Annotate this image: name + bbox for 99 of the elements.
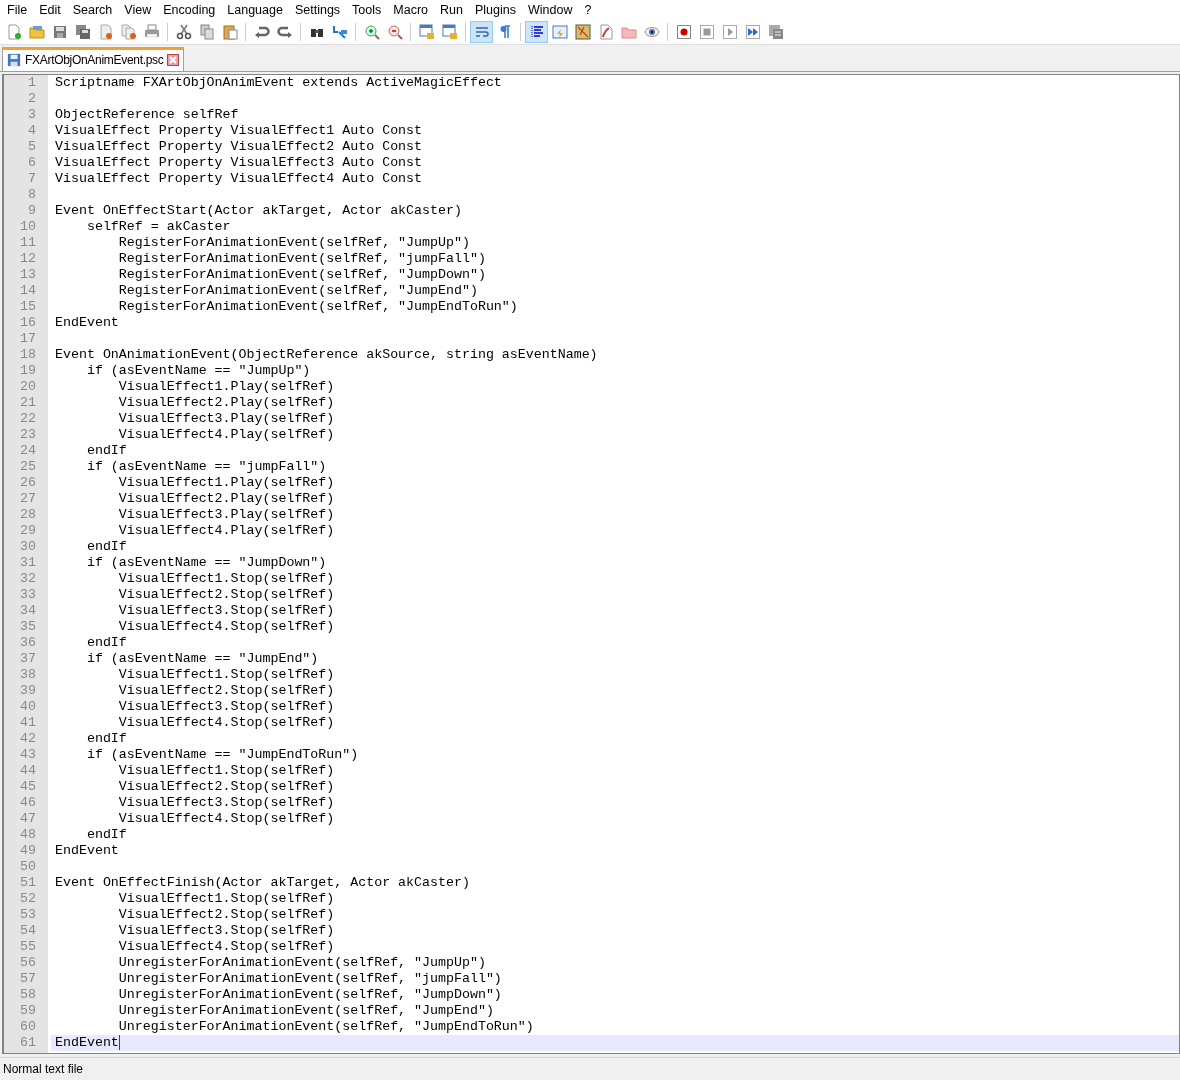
code-line: RegisterForAnimationEvent(selfRef, "JumpEndToRun") [117,298,518,315]
code-line: if (asEventName == "JumpDown") [85,554,327,571]
code-line: UnregisterForAnimationEvent(selfRef, "JumpDown") [117,986,502,1003]
save-macro-icon [767,23,784,40]
indent-icon [528,23,545,40]
menu-item[interactable]: Encoding [157,3,222,17]
code-line: VisualEffect2.Play(selfRef) [117,394,335,411]
floppy-icon [7,53,21,68]
floppies-icon [74,23,91,40]
code-line: Event OnEffectFinish(Actor akTarget, Actor akCaster) [55,874,470,891]
code-line: VisualEffect Property VisualEffect1 Auto Const [55,122,423,139]
code-line: if (asEventName == "JumpEnd") [85,650,319,667]
close-icon[interactable] [167,54,180,67]
code-line: VisualEffect3.Play(selfRef) [117,506,335,523]
lightning-window-icon [551,23,568,40]
code-line: UnregisterForAnimationEvent(selfRef, "JumpEndToRun") [117,1018,534,1035]
code-line: EndEvent [55,314,119,331]
code-line: VisualEffect4.Stop(selfRef) [117,938,335,955]
code-line: VisualEffect1.Stop(selfRef) [117,890,335,907]
code-line: VisualEffect1.Stop(selfRef) [117,762,335,779]
code-line: VisualEffect4.Play(selfRef) [117,522,335,539]
code-line: VisualEffect Property VisualEffect3 Auto Const [55,154,423,171]
close-docs-icon [120,23,137,40]
menu-item[interactable]: ? [578,3,598,17]
folder-icon [28,23,45,40]
scissors-icon [175,23,192,40]
file-type-label: Normal text file [3,1062,84,1076]
code-line: VisualEffect3.Stop(selfRef) [117,602,335,619]
floppy-icon [51,23,68,40]
code-line: VisualEffect4.Stop(selfRef) [117,618,335,635]
text-cursor [118,1035,120,1051]
code-line: RegisterForAnimationEvent(selfRef, "jumpFall") [117,250,486,267]
menu-item[interactable]: Search [66,3,119,17]
clipboard-icon [221,23,238,40]
fast-forward-icon [744,23,761,40]
code-line: endIf [85,634,127,651]
code-line: RegisterForAnimationEvent(selfRef, "JumpEnd") [117,282,478,299]
replace-icon [331,23,348,40]
code-line: Event OnEffectStart(Actor akTarget, Actor akCaster) [55,202,462,219]
code-line: EndEvent [55,1034,119,1051]
code-line: VisualEffect2.Stop(selfRef) [117,682,335,699]
page-curve-icon [597,23,614,40]
code-line: VisualEffect1.Stop(selfRef) [117,570,335,587]
code-line: selfRef = akCaster [85,218,231,235]
code-line: endIf [85,730,127,747]
code-line: Event OnAnimationEvent(ObjectReference akSource, string asEventName) [55,346,598,363]
code-line: VisualEffect3.Play(selfRef) [117,410,335,427]
code-line: VisualEffect1.Play(selfRef) [117,474,335,491]
code-line: RegisterForAnimationEvent(selfRef, "JumpUp") [117,234,470,251]
code-line: VisualEffect4.Play(selfRef) [117,426,335,443]
menu-item[interactable]: Window [521,3,579,17]
menu-item[interactable]: Tools [346,3,388,17]
file-tab[interactable]: FXArtObjOnAnimEvent.psc [2,46,185,71]
code-line: endIf [85,826,127,843]
code-line: endIf [85,538,127,555]
menu-item[interactable]: Macro [387,3,435,17]
copy-icon [198,23,215,40]
close-doc-icon [97,23,114,40]
menu-item[interactable]: Run [434,3,469,17]
code-line: UnregisterForAnimationEvent(selfRef, "jumpFall") [117,970,502,987]
zoom-out-icon [386,23,403,40]
code-line: UnregisterForAnimationEvent(selfRef, "JumpEnd") [117,1002,494,1019]
code-line: VisualEffect3.Stop(selfRef) [117,794,335,811]
code-line: UnregisterForAnimationEvent(selfRef, "JumpUp") [117,954,486,971]
indent-button[interactable] [525,20,548,43]
code-line: endIf [85,442,127,459]
code-line: VisualEffect2.Stop(selfRef) [117,778,335,795]
code-line: if (asEventName == "jumpFall") [85,458,327,475]
code-line: RegisterForAnimationEvent(selfRef, "JumpDown") [117,266,486,283]
menu-item[interactable]: File [1,3,34,17]
code-line: if (asEventName == "JumpUp") [85,362,311,379]
code-line: Scriptname FXArtObjOnAnimEvent extends ActiveMagicEffect [55,74,502,91]
code-line: VisualEffect3.Stop(selfRef) [117,698,335,715]
menu-item[interactable]: Edit [33,3,67,17]
code-line: VisualEffect2.Stop(selfRef) [117,906,335,923]
code-line: VisualEffect2.Play(selfRef) [117,490,335,507]
code-line: VisualEffect Property VisualEffect2 Auto Const [55,138,423,155]
code-line: VisualEffect4.Stop(selfRef) [117,714,335,731]
wrap-button[interactable] [470,20,493,43]
code-line: EndEvent [55,842,119,859]
code-line: VisualEffect3.Stop(selfRef) [117,922,335,939]
code-line: VisualEffect4.Stop(selfRef) [117,810,335,827]
play-icon [721,23,738,40]
menu-item[interactable]: Language [221,3,289,17]
record-icon [675,23,692,40]
zoom-in-icon [363,23,380,40]
printer-icon [143,23,160,40]
menu-item[interactable]: View [118,3,158,17]
new-file-icon [5,23,22,40]
code-line: VisualEffect2.Stop(selfRef) [117,586,335,603]
code-line: ObjectReference selfRef [55,106,239,123]
menu-item[interactable]: Settings [288,3,347,17]
code-line: if (asEventName == "JumpEndToRun") [85,746,359,763]
code-line: VisualEffect1.Play(selfRef) [117,378,335,395]
code-line: VisualEffect1.Stop(selfRef) [117,666,335,683]
line-number: 1 [4,74,48,91]
stop-icon [698,23,715,40]
code-line: VisualEffect Property VisualEffect4 Auto Const [55,170,423,187]
menu-item[interactable]: Plugins [468,3,522,17]
